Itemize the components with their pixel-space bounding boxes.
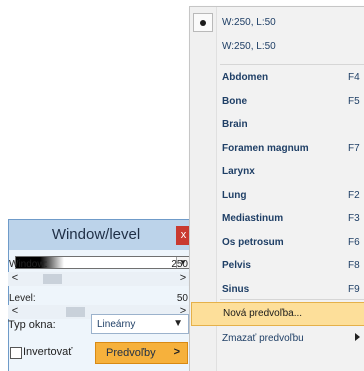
level-slider-thumb[interactable] <box>66 307 85 317</box>
menu-item-current-wl[interactable]: W:250, L:50 <box>190 11 364 35</box>
menu-item-delete-preset[interactable]: Zmazať predvoľbu <box>190 327 364 351</box>
menu-item-shortcut: F7 <box>348 143 360 154</box>
menu-item-label: Larynx <box>222 166 255 177</box>
menu-item-abdomen[interactable]: Abdomen F4 <box>190 66 364 90</box>
menu-item-label: W:250, L:50 <box>222 17 276 28</box>
menu-item-shortcut: F4 <box>348 72 360 83</box>
menu-item-label: Zmazať predvoľbu <box>222 333 304 344</box>
menu-item-shortcut: F6 <box>348 237 360 248</box>
menu-item-shortcut: F3 <box>348 213 360 224</box>
window-increase-arrow-icon[interactable]: > <box>176 272 190 286</box>
typ-okna-label: Typ okna: <box>8 319 56 331</box>
presets-button-label: Predvoľby <box>106 347 156 359</box>
menu-item-shortcut: F2 <box>348 190 360 201</box>
menu-item-label: Os petrosum <box>222 237 284 248</box>
submenu-arrow-icon <box>355 333 360 341</box>
level-decrease-arrow-icon[interactable]: < <box>8 305 22 319</box>
menu-item-label: Pelvis <box>222 260 251 271</box>
window-slider[interactable]: < > <box>8 272 190 286</box>
menu-item-recent-wl[interactable]: W:250, L:50 <box>190 35 364 59</box>
menu-item-lung[interactable]: Lung F2 <box>190 184 364 208</box>
level-label: Level: <box>9 293 36 304</box>
invert-label: Invertovať <box>23 346 73 358</box>
panel-titlebar[interactable]: Window/level x <box>9 220 191 250</box>
chevron-right-icon: > <box>173 346 180 358</box>
menu-item-label: Foramen magnum <box>222 143 309 154</box>
menu-separator <box>220 299 364 300</box>
menu-lower-section: Nová predvoľba... Zmazať predvoľbu <box>189 293 364 371</box>
level-value: 50 <box>176 293 188 304</box>
presets-context-menu: W:250, L:50 W:250, L:50 Abdomen F4 Bone … <box>189 6 364 312</box>
menu-item-new-preset[interactable]: Nová predvoľba... <box>191 302 364 326</box>
menu-separator <box>220 64 364 65</box>
menu-item-bone[interactable]: Bone F5 <box>190 90 364 114</box>
menu-item-label: Brain <box>222 119 248 130</box>
menu-item-label: Abdomen <box>222 72 269 83</box>
window-decrease-arrow-icon[interactable]: < <box>8 272 22 286</box>
menu-item-label: Nová predvoľba... <box>223 308 303 319</box>
menu-item-os-petrosum[interactable]: Os petrosum F6 <box>190 231 364 255</box>
menu-item-shortcut: F5 <box>348 96 360 107</box>
window-label: Window: <box>9 259 48 270</box>
panel-title: Window/level <box>51 226 141 243</box>
menu-item-larynx[interactable]: Larynx <box>190 160 364 184</box>
menu-item-pelvis[interactable]: Pelvis F8 <box>190 254 364 278</box>
presets-button[interactable]: Predvoľby > <box>95 342 188 364</box>
invert-checkbox[interactable] <box>10 347 22 359</box>
chevron-down-icon: ▼ <box>173 318 183 329</box>
menu-item-foramen-magnum[interactable]: Foramen magnum F7 <box>190 137 364 161</box>
menu-item-brain[interactable]: Brain <box>190 113 364 137</box>
menu-item-label: Mediastinum <box>222 213 284 224</box>
window-value: 250 <box>171 259 188 270</box>
menu-item-mediastinum[interactable]: Mediastinum F3 <box>190 207 364 231</box>
radio-bullet-icon <box>200 20 206 26</box>
typ-okna-select[interactable]: Lineárny ▼ <box>91 314 189 334</box>
menu-item-label: Lung <box>222 190 247 201</box>
menu-item-label: W:250, L:50 <box>222 41 276 52</box>
menu-item-label: Bone <box>222 96 247 107</box>
window-slider-thumb[interactable] <box>43 274 62 284</box>
typ-okna-value: Lineárny <box>97 319 136 330</box>
menu-item-shortcut: F8 <box>348 260 360 271</box>
